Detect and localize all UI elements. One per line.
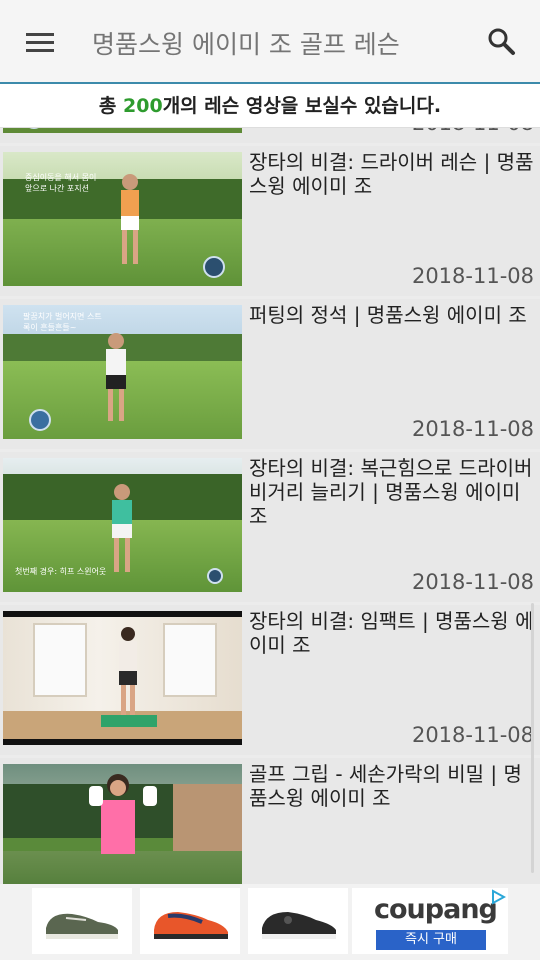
- lesson-list[interactable]: 2018-11-08 중심이동을 해서 몸이 앞으로 나간 포지션 장타의 비결…: [0, 128, 540, 884]
- lesson-date: 2018-11-08: [411, 417, 534, 441]
- coupang-ad[interactable]: coupang 즉시 구매: [352, 888, 508, 954]
- lesson-thumbnail[interactable]: 첫번째 경우: 히프 스윈어웃: [3, 458, 242, 592]
- hamburger-menu-icon[interactable]: [22, 28, 62, 58]
- count-suffix: 개의 레슨 영상을 보실수 있습니다.: [162, 95, 442, 117]
- lesson-item[interactable]: 첫번째 경우: 히프 스윈어웃 장타의 비결: 복근힘으로 드라이버 비거리 늘…: [0, 452, 540, 602]
- ad-banner[interactable]: coupang 즉시 구매: [0, 884, 540, 960]
- lesson-thumbnail[interactable]: 중심이동을 해서 몸이 앞으로 나간 포지션: [3, 152, 242, 286]
- lesson-thumbnail[interactable]: 팔꿈치가 벌어지면 스트록이 흔들흔들~: [3, 305, 242, 439]
- channel-logo-icon: [207, 568, 223, 584]
- lesson-count-bar: 총 200개의 레슨 영상을 보실수 있습니다.: [0, 84, 540, 128]
- lesson-item[interactable]: 중심이동을 해서 몸이 앞으로 나간 포지션 장타의 비결: 드라이버 레슨 |…: [0, 146, 540, 296]
- lesson-item[interactable]: 장타의 비결: 임팩트 | 명품스윙 에이미 조 2018-11-08: [0, 605, 540, 755]
- thumbnail-caption: 중심이동을 해서 몸이 앞으로 나간 포지션: [25, 173, 97, 193]
- ad-product-shoe[interactable]: [248, 888, 348, 954]
- count-prefix: 총: [98, 95, 117, 117]
- adchoices-icon[interactable]: [490, 889, 506, 905]
- lesson-item[interactable]: 팔꿈치가 벌어지면 스트록이 흔들흔들~ 퍼팅의 정석 | 명품스윙 에이미 조…: [0, 299, 540, 449]
- lesson-title: 퍼팅의 정석 | 명품스윙 에이미 조: [249, 303, 527, 327]
- scrollbar[interactable]: [531, 603, 534, 873]
- golfer-figure: [101, 333, 131, 423]
- channel-logo-icon: [203, 256, 225, 278]
- lesson-title: 장타의 비결: 복근힘으로 드라이버 비거리 늘리기 | 명품스윙 에이미 조: [249, 456, 533, 528]
- coupang-logo: coupang: [374, 894, 498, 925]
- lesson-thumbnail[interactable]: [3, 128, 242, 133]
- thumbnail-caption: 첫번째 경우: 히프 스윈어웃: [15, 567, 107, 576]
- page-title: 명품스윙 에이미 조 골프 레슨: [92, 30, 400, 59]
- lesson-thumbnail[interactable]: [3, 764, 242, 884]
- app-header: 명품스윙 에이미 조 골프 레슨: [0, 0, 540, 84]
- lesson-date: 2018-11-08: [411, 264, 534, 288]
- lesson-title: 장타의 비결: 임팩트 | 명품스윙 에이미 조: [249, 609, 534, 657]
- golfer-figure: [113, 627, 143, 727]
- thumbnail-caption: 팔꿈치가 벌어지면 스트록이 흔들흔들~: [23, 312, 102, 332]
- channel-logo-icon: [29, 409, 51, 431]
- ad-product-shoe[interactable]: [32, 888, 132, 954]
- ad-product-shoe[interactable]: [140, 888, 240, 954]
- lesson-count: 200: [123, 95, 163, 117]
- golfer-figure: [101, 774, 135, 874]
- lesson-thumbnail[interactable]: [3, 611, 242, 745]
- lesson-date: 2018-11-08: [411, 570, 534, 594]
- lesson-date: 2018-11-08: [412, 128, 534, 135]
- lesson-title: 장타의 비결: 드라이버 레슨 | 명품스윙 에이미 조: [249, 150, 534, 198]
- lesson-item[interactable]: 2018-11-08: [0, 128, 540, 143]
- shoe-icon: [262, 912, 336, 939]
- shoe-icon: [154, 912, 228, 939]
- lesson-item[interactable]: 골프 그립 - 세손가락의 비밀 | 명품스윙 에이미 조: [0, 758, 540, 884]
- buy-now-button[interactable]: 즉시 구매: [376, 930, 486, 950]
- lesson-date: 2018-11-08: [411, 723, 534, 747]
- search-icon[interactable]: [486, 26, 518, 58]
- golfer-figure: [115, 174, 145, 264]
- shoe-icon: [46, 913, 118, 939]
- lesson-title: 골프 그립 - 세손가락의 비밀 | 명품스윙 에이미 조: [249, 762, 522, 810]
- golfer-figure: [107, 484, 137, 574]
